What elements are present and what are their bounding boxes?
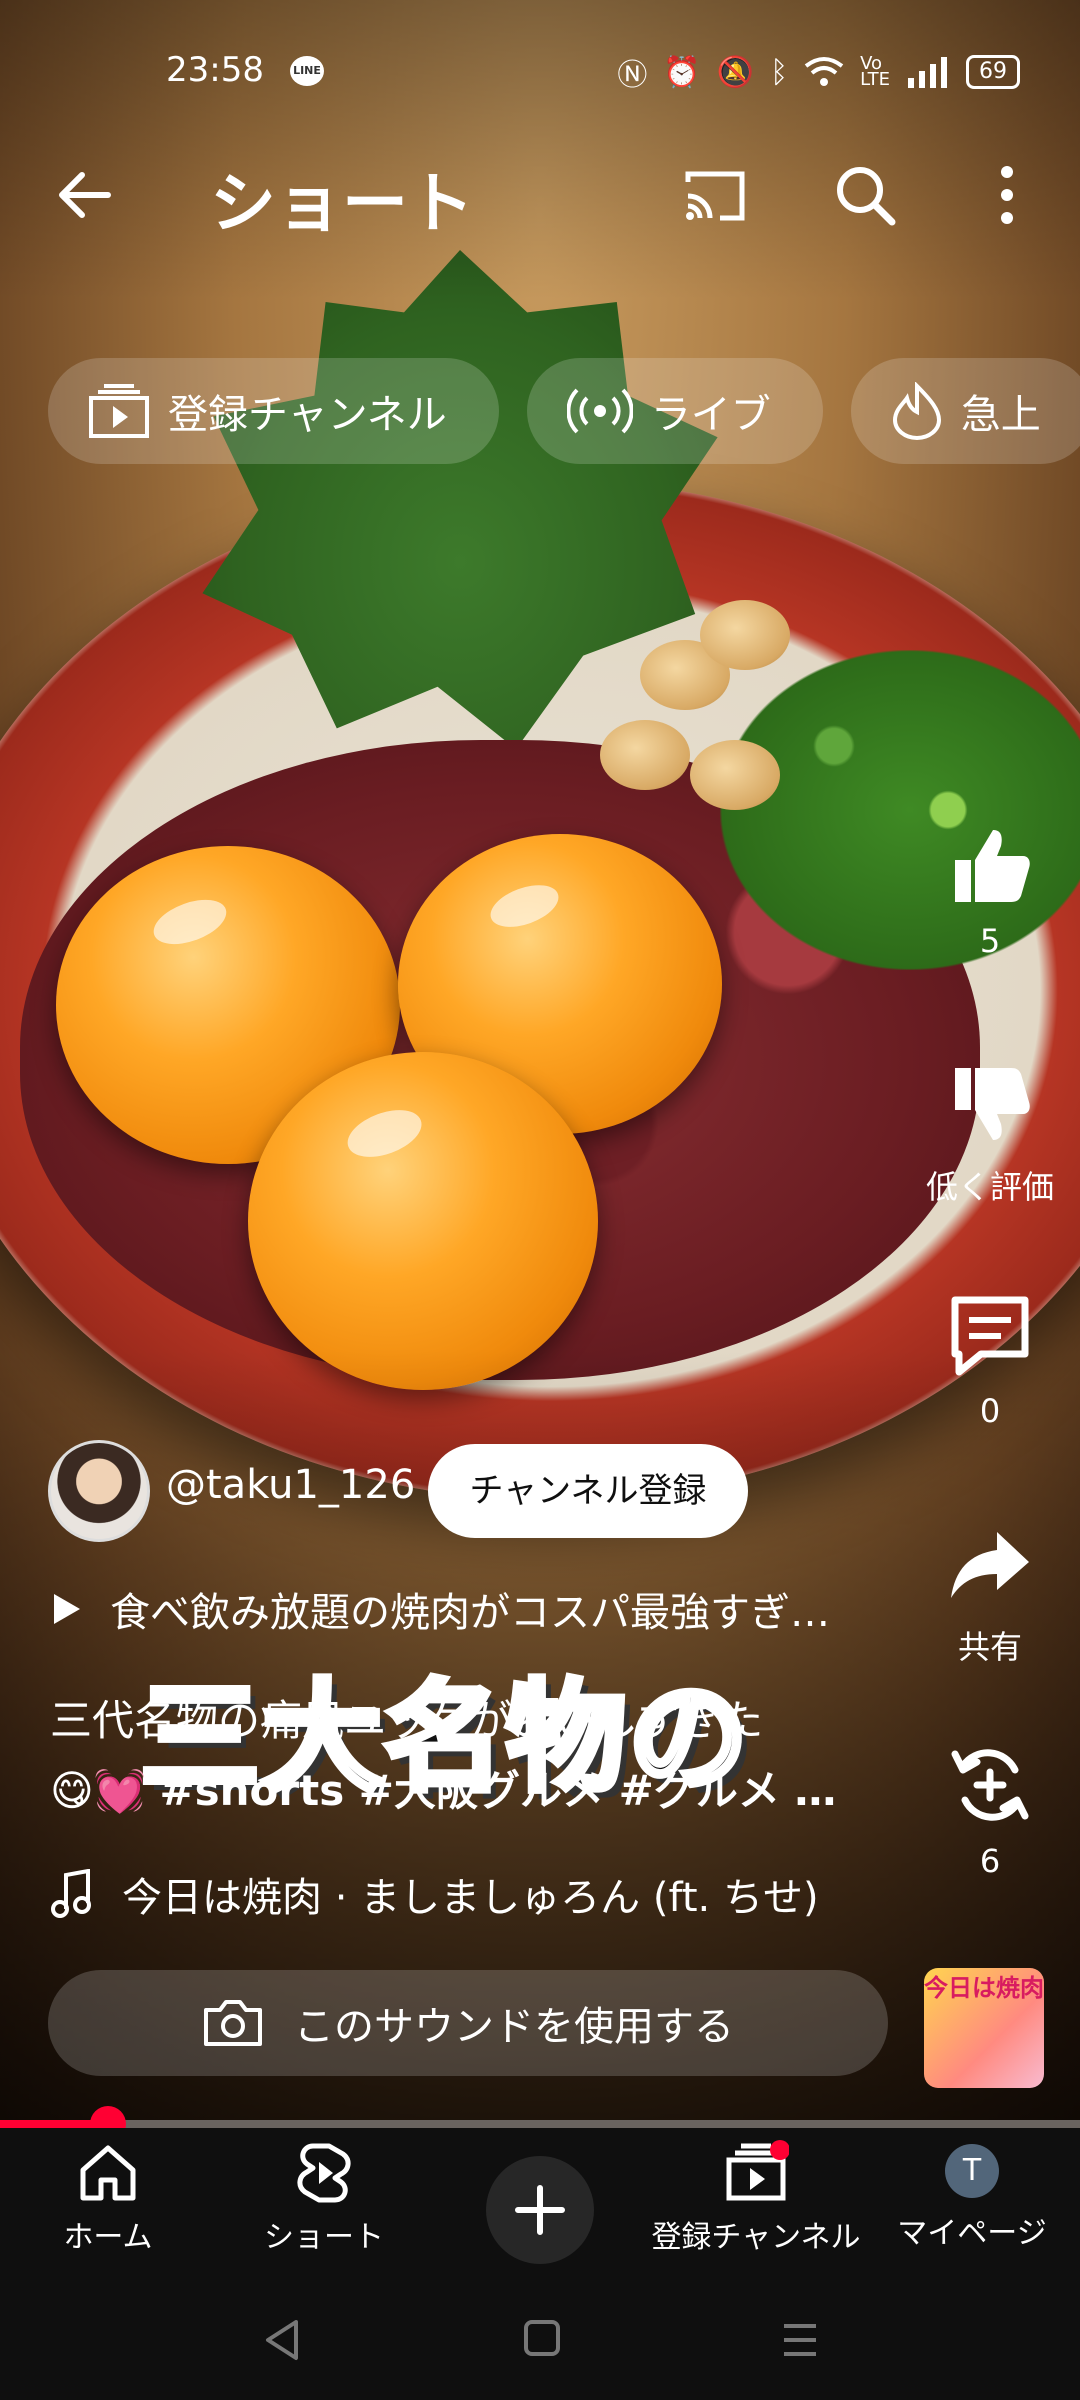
- trending-icon: [892, 382, 941, 440]
- signal-icon: [908, 57, 947, 88]
- mute-icon: 🔕: [716, 54, 755, 90]
- status-bar: 23:58 LINE Ⓝ ⏰ 🔕 ᛒ Vo LTE 69: [0, 0, 1080, 140]
- chip-live[interactable]: ライブ: [526, 358, 823, 464]
- nav-subscriptions[interactable]: 登録チャンネル: [648, 2140, 864, 2256]
- music-row[interactable]: 今日は焼肉 · ましましゅろん (ft. ちせ): [50, 1865, 819, 1923]
- dislike-label: 低く評価: [925, 1168, 1054, 1206]
- account-avatar: T: [945, 2144, 999, 2198]
- plus-icon: [515, 2185, 565, 2235]
- top-app-bar: ショート: [0, 140, 1080, 250]
- subscribe-button[interactable]: チャンネル登録: [428, 1444, 748, 1538]
- system-home-icon[interactable]: [522, 2318, 562, 2358]
- play-icon: [54, 1594, 80, 1624]
- home-icon: [80, 2145, 136, 2201]
- thumbs-down-icon: [955, 1068, 1030, 1140]
- garlic-chip-image: [690, 740, 780, 810]
- channel-avatar[interactable]: [48, 1440, 150, 1542]
- comments-button[interactable]: 0: [920, 1290, 1060, 1430]
- remix-icon: [951, 1749, 1029, 1821]
- bluetooth-icon: ᛒ: [770, 54, 789, 90]
- remix-button[interactable]: 6: [920, 1740, 1060, 1880]
- status-time: 23:58: [166, 50, 264, 90]
- create-button[interactable]: [486, 2156, 594, 2264]
- use-sound-button[interactable]: このサウンドを使用する: [48, 1970, 888, 2076]
- video-progress-bar[interactable]: [0, 2106, 1080, 2142]
- music-track: 今日は焼肉 · ましましゅろん (ft. ちせ): [122, 1875, 819, 1921]
- notification-dot: [770, 2140, 789, 2160]
- like-button[interactable]: 5: [920, 820, 1060, 960]
- chip-label: 登録チャンネル: [168, 392, 447, 438]
- nav-label: 登録チャンネル: [651, 2220, 861, 2255]
- volte-icon: Vo LTE: [860, 53, 890, 90]
- shorts-filter-chips: 登録チャンネル ライブ 急上: [48, 358, 1080, 464]
- description-line: 😋💓 #shorts #大阪グルメ #グルメ …: [50, 1756, 890, 1826]
- egg-yolk-image: [248, 1052, 598, 1390]
- back-arrow-icon[interactable]: [50, 160, 120, 230]
- chip-trending[interactable]: 急上: [850, 358, 1080, 464]
- chip-subscriptions[interactable]: 登録チャンネル: [48, 358, 499, 464]
- share-label: 共有: [957, 1628, 1022, 1666]
- alarm-icon: ⏰: [663, 54, 701, 90]
- system-navigation-bar: [0, 2278, 1080, 2400]
- sound-thumbnail-text: 今日は焼肉: [924, 1974, 1044, 2002]
- nav-label: ショート: [264, 2220, 384, 2255]
- nav-label: ホーム: [63, 2220, 153, 2255]
- nav-mypage[interactable]: T マイページ: [864, 2140, 1080, 2252]
- status-icons: Ⓝ ⏰ 🔕 ᛒ Vo LTE 69: [617, 50, 1020, 94]
- thumbs-up-icon: [955, 830, 1030, 902]
- share-arrow-icon: [951, 1532, 1029, 1598]
- search-icon[interactable]: [830, 160, 900, 230]
- line-notification-icon: LINE: [290, 56, 324, 86]
- comment-count: 0: [979, 1392, 1001, 1430]
- cast-icon[interactable]: [680, 160, 750, 230]
- system-recents-icon[interactable]: [780, 2320, 820, 2360]
- bottom-navigation: ホーム ショート 登録チャンネル T マイページ: [0, 2128, 1080, 2278]
- nav-label: マイページ: [897, 2216, 1047, 2251]
- more-options-icon[interactable]: [972, 160, 1042, 230]
- garlic-chip-image: [700, 600, 790, 670]
- hashtags: #shorts #大阪グルメ #グルメ …: [159, 1766, 837, 1815]
- use-sound-label: このサウンドを使用する: [294, 2004, 734, 2050]
- system-back-icon[interactable]: [262, 2318, 302, 2362]
- shorts-icon: [297, 2143, 351, 2203]
- description-emoji: 😋💓: [50, 1766, 147, 1815]
- like-count: 5: [979, 922, 1001, 960]
- share-button[interactable]: 共有: [920, 1520, 1060, 1668]
- nfc-icon: Ⓝ: [617, 58, 648, 93]
- garlic-chip-image: [600, 720, 690, 790]
- comment-icon: [951, 1296, 1029, 1376]
- chip-label: ライブ: [650, 392, 771, 438]
- nav-shorts[interactable]: ショート: [216, 2140, 432, 2256]
- battery-icon: 69: [966, 55, 1020, 89]
- dislike-button[interactable]: 低く評価: [920, 1060, 1060, 1208]
- chip-label: 急上: [960, 392, 1041, 438]
- subscriptions-icon: [89, 384, 149, 438]
- page-title: ショート: [210, 165, 474, 242]
- channel-handle[interactable]: @taku1_126: [166, 1462, 415, 1508]
- related-video-link[interactable]: 食べ飲み放題の焼肉がコスパ最強すぎ…: [52, 1580, 830, 1638]
- subscriptions-icon: [726, 2140, 789, 2201]
- related-video-title: 食べ飲み放題の焼肉がコスパ最強すぎ…: [110, 1590, 830, 1636]
- video-description[interactable]: 三代名物の痛風ユッケがおいしすぎた 😋💓 #shorts #大阪グルメ #グルメ…: [50, 1686, 890, 1826]
- description-line: 三代名物の痛風ユッケがおいしすぎた: [50, 1696, 764, 1745]
- camera-icon: [204, 2000, 262, 2046]
- live-icon: [566, 388, 633, 434]
- remix-count: 6: [979, 1842, 1001, 1880]
- wifi-icon: [804, 57, 844, 86]
- music-note-icon: [51, 1869, 91, 1918]
- nav-home[interactable]: ホーム: [0, 2140, 216, 2256]
- sound-thumbnail[interactable]: 今日は焼肉: [924, 1968, 1044, 2088]
